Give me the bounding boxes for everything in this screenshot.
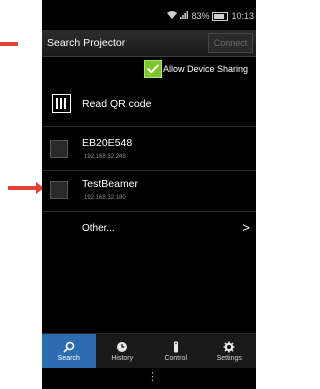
allow-sharing-checkbox[interactable] — [144, 60, 162, 78]
overflow-menu-icon[interactable]: ⋮ — [147, 372, 158, 383]
device-checkbox[interactable] — [50, 181, 68, 199]
tab-control[interactable]: Control — [149, 334, 203, 368]
device-ip: 192.168.32.248 — [84, 154, 126, 160]
device-name: EB20E548 — [82, 137, 133, 149]
read-qr-label: Read QR code — [82, 98, 152, 110]
tab-search[interactable]: Search — [42, 334, 96, 368]
clock: 10:13 — [231, 11, 254, 21]
read-qr-row[interactable]: Read QR code — [42, 84, 256, 127]
remote-icon — [173, 341, 178, 352]
other-row[interactable]: Other... > — [42, 212, 256, 248]
qr-code-icon — [52, 94, 71, 113]
device-row[interactable]: TestBeamer 192.168.32.180 — [42, 171, 256, 212]
search-icon — [63, 341, 75, 353]
device-checkbox[interactable] — [50, 140, 68, 158]
allow-sharing-row[interactable]: Allow Device Sharing — [42, 57, 256, 83]
status-indicators: 83% 10:13 — [167, 11, 254, 21]
clock-icon — [117, 341, 128, 352]
tab-history[interactable]: History — [96, 334, 150, 368]
system-nav-bar: ⋮ — [42, 368, 256, 389]
device-name: TestBeamer — [82, 178, 139, 190]
device-ip: 192.168.32.180 — [84, 195, 126, 201]
chevron-right-icon: > — [242, 220, 250, 235]
wifi-icon — [167, 11, 178, 21]
page-title: Search Projector — [47, 37, 126, 49]
connect-button[interactable]: Connect — [208, 33, 253, 53]
tab-label: Control — [164, 354, 188, 362]
tab-label: History — [111, 354, 134, 362]
gear-icon — [223, 341, 235, 352]
app-header: Search Projector Connect — [42, 30, 256, 57]
tab-settings[interactable]: Settings — [203, 334, 257, 368]
annotation-arrow — [0, 42, 18, 46]
battery-percent: 83% — [191, 11, 210, 21]
signal-icon — [180, 11, 189, 21]
status-bar: 83% 10:13 — [42, 0, 256, 30]
device-row[interactable]: EB20E548 192.168.32.248 — [42, 130, 256, 171]
bottom-tab-bar: Search History Control Settings — [42, 333, 256, 368]
other-label: Other... — [82, 223, 115, 234]
phone-screen: 83% 10:13 Search Projector Connect Allow… — [42, 0, 256, 389]
annotation-arrow — [8, 182, 44, 194]
battery-icon — [212, 11, 229, 21]
tab-label: Settings — [216, 354, 242, 362]
tab-label: Search — [57, 354, 80, 362]
allow-sharing-label: Allow Device Sharing — [163, 64, 249, 74]
